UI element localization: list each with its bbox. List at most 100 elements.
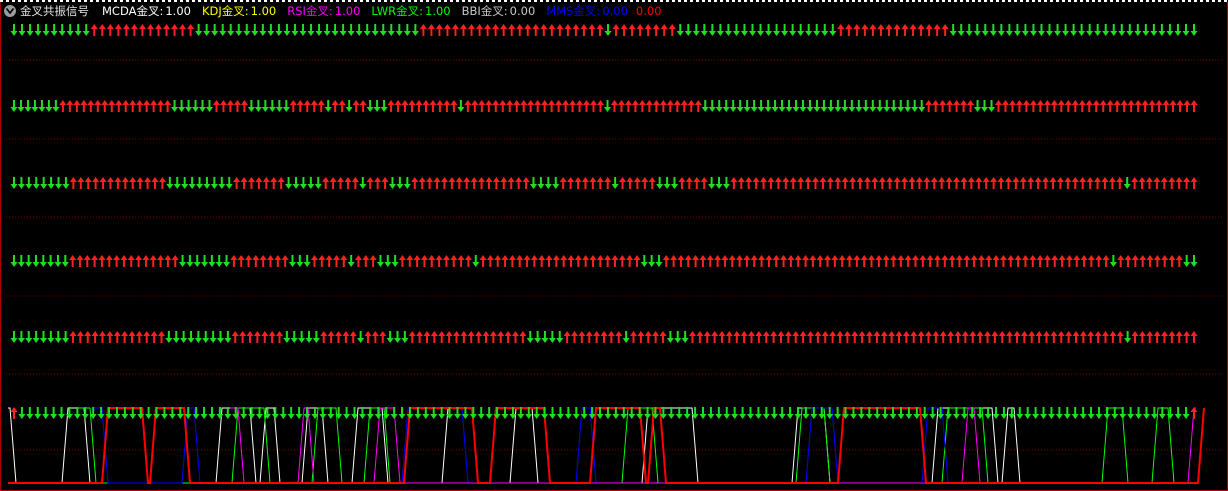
legend-item: MCDA金叉: 1.00 xyxy=(102,4,191,18)
up-arrow-icon xyxy=(685,177,693,189)
down-arrow-icon xyxy=(45,100,53,112)
up-arrow-icon xyxy=(617,100,625,112)
down-arrow-icon xyxy=(676,24,684,36)
up-arrow-icon xyxy=(967,177,975,189)
up-arrow-icon xyxy=(530,255,538,267)
down-arrow-icon xyxy=(32,177,40,189)
up-arrow-icon xyxy=(464,255,472,267)
down-arrow-icon xyxy=(572,407,580,419)
down-arrow-icon xyxy=(778,100,786,112)
up-arrow-icon xyxy=(98,255,106,267)
down-arrow-icon xyxy=(732,24,740,36)
down-arrow-icon xyxy=(749,24,757,36)
up-arrow-icon xyxy=(94,100,102,112)
up-arrow-icon xyxy=(631,100,639,112)
down-arrow-icon xyxy=(217,331,224,343)
down-arrow-icon xyxy=(358,407,366,419)
up-arrow-icon xyxy=(519,331,527,343)
down-arrow-icon xyxy=(10,177,18,189)
up-arrow-icon xyxy=(1050,331,1058,343)
legend-label: BBI金叉: xyxy=(461,4,508,18)
up-arrow-icon xyxy=(1012,177,1020,189)
up-arrow-icon xyxy=(157,100,165,112)
down-arrow-icon xyxy=(944,407,952,419)
up-arrow-icon xyxy=(150,331,158,343)
down-arrow-icon xyxy=(701,100,709,112)
down-arrow-icon xyxy=(347,255,355,267)
up-arrow-icon xyxy=(455,177,463,189)
up-arrow-icon xyxy=(893,177,901,189)
up-arrow-icon xyxy=(415,100,423,112)
up-arrow-icon xyxy=(1161,331,1168,343)
down-arrow-icon xyxy=(271,407,279,419)
up-arrow-icon xyxy=(1036,255,1044,267)
up-arrow-icon xyxy=(379,331,387,343)
indicator-line xyxy=(230,407,1196,484)
up-arrow-icon xyxy=(998,331,1006,343)
up-arrow-icon xyxy=(1027,177,1035,189)
up-arrow-icon xyxy=(875,255,883,267)
up-arrow-icon xyxy=(303,100,311,112)
up-arrow-icon xyxy=(580,24,588,36)
down-arrow-icon xyxy=(194,331,202,343)
down-arrow-icon xyxy=(34,407,42,419)
down-arrow-icon xyxy=(813,24,821,36)
up-arrow-icon xyxy=(540,24,548,36)
up-arrow-icon xyxy=(523,255,531,267)
down-arrow-icon xyxy=(457,100,465,112)
up-arrow-icon xyxy=(129,177,137,189)
down-arrow-icon xyxy=(1174,24,1182,36)
up-arrow-icon xyxy=(1086,177,1094,189)
down-arrow-icon xyxy=(949,24,957,36)
down-arrow-icon xyxy=(1062,24,1070,36)
down-arrow-icon xyxy=(165,331,173,343)
indicator-menu-button[interactable] xyxy=(4,5,16,17)
up-arrow-icon xyxy=(135,331,143,343)
up-arrow-icon xyxy=(1138,331,1146,343)
up-arrow-icon xyxy=(127,255,135,267)
up-arrow-icon xyxy=(538,255,546,267)
up-arrow-icon xyxy=(975,177,983,189)
up-arrow-icon xyxy=(678,177,686,189)
down-arrow-icon xyxy=(827,100,835,112)
up-arrow-icon xyxy=(596,177,604,189)
down-arrow-icon xyxy=(223,255,231,267)
down-arrow-icon xyxy=(261,100,269,112)
up-arrow-icon xyxy=(1131,177,1139,189)
up-arrow-icon xyxy=(750,255,758,267)
down-arrow-icon xyxy=(289,255,297,267)
down-arrow-icon xyxy=(556,331,564,343)
up-arrow-icon xyxy=(164,255,172,267)
up-arrow-icon xyxy=(555,100,563,112)
down-arrow-icon xyxy=(549,407,557,419)
up-arrow-icon xyxy=(276,331,283,343)
up-arrow-icon xyxy=(1021,255,1029,267)
up-arrow-icon xyxy=(255,177,263,189)
up-arrow-icon xyxy=(955,255,963,267)
down-arrow-icon xyxy=(58,407,66,419)
up-arrow-icon xyxy=(320,331,328,343)
down-arrow-icon xyxy=(398,407,406,419)
down-arrow-icon xyxy=(1174,407,1182,419)
up-arrow-icon xyxy=(281,255,289,267)
up-arrow-icon xyxy=(948,255,956,267)
up-arrow-icon xyxy=(522,177,530,189)
down-arrow-icon xyxy=(196,177,204,189)
up-arrow-icon xyxy=(610,100,618,112)
down-arrow-icon xyxy=(548,331,556,343)
down-arrow-icon xyxy=(357,331,365,343)
up-arrow-icon xyxy=(77,177,85,189)
down-arrow-icon xyxy=(25,331,33,343)
up-arrow-icon xyxy=(1071,100,1079,112)
down-arrow-icon xyxy=(388,177,396,189)
up-arrow-icon xyxy=(1102,255,1110,267)
legend-item: LWR金叉: 1.00 xyxy=(371,4,450,18)
up-arrow-icon xyxy=(66,100,74,112)
down-arrow-icon xyxy=(366,100,374,112)
up-arrow-icon xyxy=(99,177,107,189)
down-arrow-icon xyxy=(185,100,193,112)
down-arrow-icon xyxy=(282,100,290,112)
up-arrow-icon xyxy=(797,177,805,189)
down-arrow-icon xyxy=(411,24,419,36)
up-arrow-icon xyxy=(226,100,234,112)
